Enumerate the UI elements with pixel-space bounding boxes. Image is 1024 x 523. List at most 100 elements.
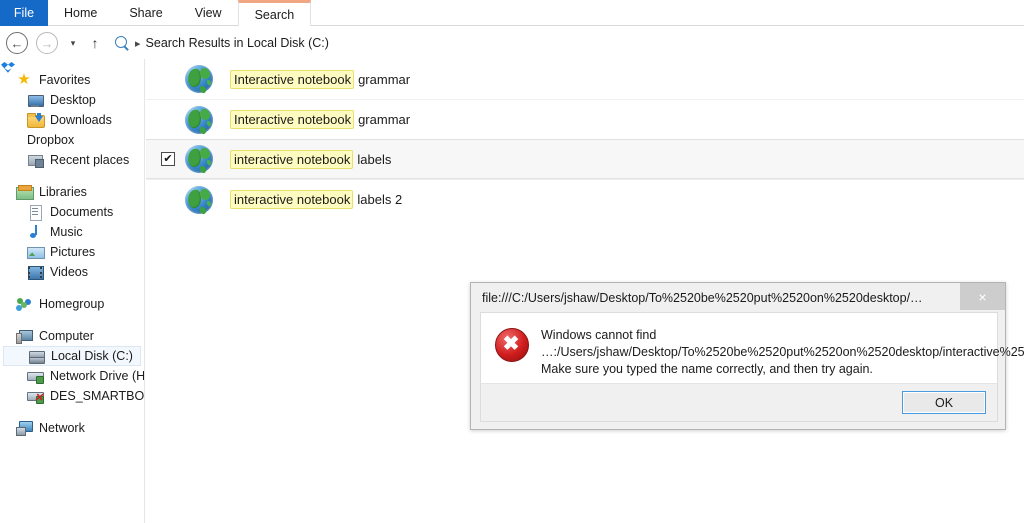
dialog-footer: OK: [480, 383, 998, 422]
up-one-level-button[interactable]: ↑: [87, 35, 103, 51]
internet-shortcut-globe-icon: [185, 105, 213, 134]
sidebar-item-des-smartboard[interactable]: ✕ DES_SMARTBOARD: [0, 386, 144, 406]
sidebar-item-label: Music: [50, 225, 83, 239]
search-result-row[interactable]: Interactive notebook grammar: [146, 59, 1024, 99]
sidebar-group-label: Network: [39, 421, 85, 435]
desktop-icon: [27, 92, 44, 108]
sidebar-item-downloads[interactable]: Downloads: [0, 110, 144, 130]
back-arrow-icon: ←: [10, 35, 24, 51]
documents-icon: [27, 204, 43, 221]
sidebar-item-recent-places[interactable]: Recent places: [0, 150, 144, 170]
sidebar-group-label: Libraries: [39, 185, 87, 199]
disconnected-drive-icon: ✕: [27, 388, 44, 404]
file-explorer-window: File Home Share View Search ← → ▾ ↑ ▸ Search…: [0, 0, 1024, 523]
breadcrumb[interactable]: ▸ Search Results in Local Disk (C:): [113, 31, 1014, 55]
row-checkbox[interactable]: ✔: [161, 152, 175, 166]
videos-icon: [27, 264, 44, 280]
internet-shortcut-globe-icon: [185, 185, 213, 214]
sidebar-item-pictures[interactable]: Pictures: [0, 242, 144, 262]
search-result-name-rest: labels 2: [357, 192, 403, 207]
sidebar-item-label: Downloads: [50, 113, 112, 127]
sidebar-item-label: Pictures: [50, 245, 96, 259]
error-icon: ✖: [495, 328, 529, 362]
forward-arrow-icon: →: [40, 35, 54, 51]
pictures-icon: [27, 244, 45, 260]
sidebar-group-label: Favorites: [39, 73, 91, 87]
tab-view[interactable]: View: [179, 0, 238, 26]
ribbon-tabbar: File Home Share View Search: [0, 0, 1024, 26]
internet-shortcut-globe-icon: [185, 65, 213, 93]
libraries-icon: [16, 184, 34, 200]
internet-shortcut-globe-icon: [185, 145, 213, 173]
search-result-name-rest: labels: [357, 151, 392, 167]
dialog-message: Windows cannot find …:/Users/jshaw/Deskt…: [541, 327, 1024, 378]
back-button[interactable]: ←: [6, 32, 28, 54]
search-result-name: Interactive notebook grammar: [230, 110, 411, 129]
search-term-highlight: interactive notebook: [230, 190, 354, 209]
sidebar-item-label: Network Drive (H:): [50, 369, 145, 383]
search-term-highlight: Interactive notebook: [230, 110, 355, 129]
sidebar-group-homegroup[interactable]: Homegroup: [0, 294, 144, 314]
hard-disk-icon: [28, 348, 45, 364]
navigation-pane[interactable]: ★ Favorites Desktop Downloads Dropbox Recent …: [0, 59, 145, 523]
search-result-name-rest: grammar: [358, 71, 411, 87]
search-term-highlight: interactive notebook: [230, 149, 354, 169]
downloads-folder-icon: [27, 112, 45, 128]
dialog-titlebar[interactable]: file:///C:/Users/jshaw/Desktop/To%2520be…: [471, 283, 1005, 312]
sidebar-item-label: Desktop: [50, 93, 96, 107]
tab-file[interactable]: File: [0, 0, 48, 26]
music-icon: [27, 224, 43, 240]
breadcrumb-path-text: Search Results in Local Disk (C:): [145, 36, 329, 50]
star-icon: ★: [17, 71, 31, 88]
sidebar-item-label: Recent places: [50, 153, 130, 167]
sidebar-item-local-disk-c[interactable]: Local Disk (C:): [3, 346, 141, 366]
sidebar-item-network-drive-h[interactable]: Network Drive (H:): [0, 366, 144, 386]
download-arrow-head-icon: [35, 116, 43, 122]
nav-group-spacer: [0, 406, 144, 418]
sidebar-item-videos[interactable]: Videos: [0, 262, 144, 282]
search-result-row[interactable]: Interactive notebook grammar: [146, 99, 1024, 139]
network-drive-icon: [27, 368, 44, 384]
ribbon-tabstrip: File Home Share View Search: [0, 0, 312, 26]
breadcrumb-separator-icon: ▸: [135, 37, 141, 50]
sidebar-item-music[interactable]: Music: [0, 222, 144, 242]
computer-icon: [16, 328, 33, 344]
search-result-name-rest: grammar: [358, 112, 411, 127]
dialog-message-line-1: Windows cannot find: [541, 328, 657, 342]
close-icon[interactable]: ×: [960, 283, 1005, 310]
search-result-name: interactive notebook labels 2: [230, 190, 403, 209]
recent-locations-button[interactable]: ▾: [65, 38, 81, 49]
sidebar-item-desktop[interactable]: Desktop: [0, 90, 144, 110]
ok-button[interactable]: OK: [902, 391, 986, 414]
sidebar-item-label: DES_SMARTBOARD: [50, 389, 145, 403]
sidebar-item-label: Dropbox: [27, 133, 75, 147]
sidebar-group-label: Computer: [39, 329, 94, 343]
search-result-name: Interactive notebook grammar: [230, 69, 411, 89]
dialog-message-line-2: …:/Users/jshaw/Desktop/To%2520be%2520put…: [541, 345, 1024, 359]
sidebar-group-libraries[interactable]: Libraries: [0, 182, 144, 202]
sidebar-item-label: Documents: [50, 205, 114, 219]
red-x-overlay-icon: ✕: [34, 392, 44, 404]
nav-group-spacer: [0, 314, 144, 326]
nav-group-spacer: [0, 282, 144, 294]
homegroup-icon: [16, 296, 32, 312]
sidebar-group-favorites[interactable]: ★ Favorites: [0, 70, 144, 90]
nav-group-spacer: [0, 170, 144, 182]
sidebar-item-label: Videos: [50, 265, 88, 279]
sidebar-item-documents[interactable]: Documents: [0, 202, 144, 222]
search-result-row[interactable]: ✔ interactive notebook labels: [146, 139, 1024, 179]
dialog-title: file:///C:/Users/jshaw/Desktop/To%2520be…: [482, 290, 923, 305]
sidebar-item-dropbox[interactable]: Dropbox: [0, 61, 144, 150]
forward-button[interactable]: →: [36, 32, 58, 54]
sidebar-group-network[interactable]: Network: [0, 418, 144, 438]
search-term-highlight: Interactive notebook: [230, 69, 355, 89]
tab-search[interactable]: Search: [237, 0, 312, 26]
dialog-message-line-3: Make sure you typed the name correctly, …: [541, 362, 873, 376]
sidebar-item-label: Local Disk (C:): [51, 349, 133, 363]
search-icon: [115, 35, 130, 51]
search-result-row[interactable]: interactive notebook labels 2: [146, 179, 1024, 219]
tab-home[interactable]: Home: [48, 0, 113, 26]
tab-share[interactable]: Share: [113, 0, 178, 26]
dialog-body: ✖ Windows cannot find …:/Users/jshaw/Des…: [480, 312, 1024, 383]
sidebar-group-computer[interactable]: Computer: [0, 326, 144, 346]
